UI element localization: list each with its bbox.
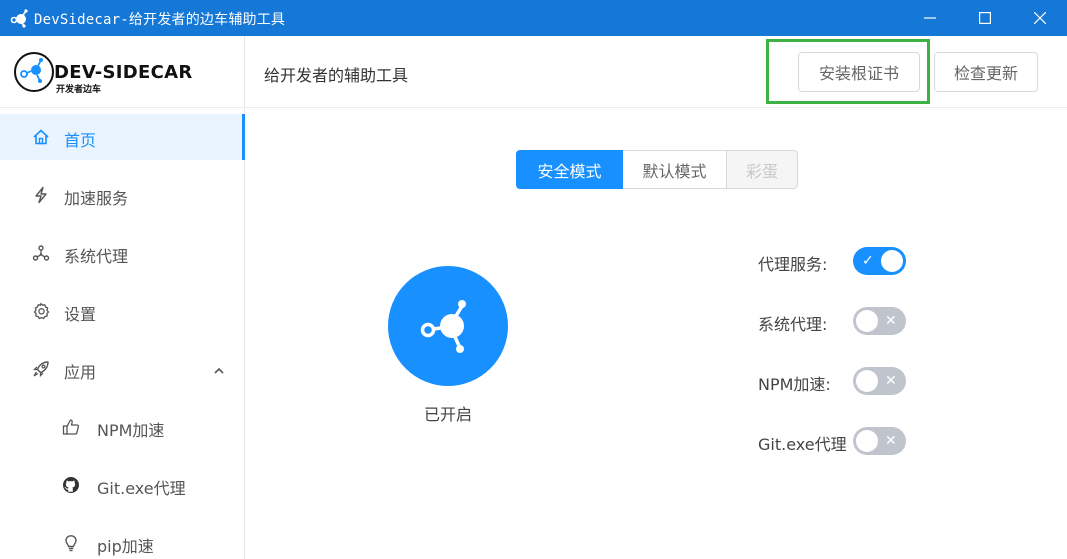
lightning-icon	[32, 186, 50, 204]
sidebar-item-system-proxy[interactable]: 系统代理	[0, 230, 245, 276]
system-proxy-switch[interactable]: ✕	[853, 307, 906, 335]
easter-egg-tab: 彩蛋	[727, 150, 798, 189]
close-button[interactable]	[1015, 0, 1065, 36]
logo-brand: DEV-SIDECAR	[54, 62, 193, 83]
default-mode-tab[interactable]: 默认模式	[623, 150, 727, 189]
x-icon: ✕	[885, 373, 897, 389]
node-network-icon	[420, 300, 466, 353]
sidebar-item-pip[interactable]: pip加速	[0, 520, 245, 559]
app-icon	[10, 8, 30, 28]
home-icon	[32, 128, 50, 146]
npm-acceleration-switch[interactable]: ✕	[853, 367, 906, 395]
git-proxy-row: Git.exe代理 ✕	[758, 426, 958, 456]
sidebar-item-label: 首页	[64, 131, 97, 150]
sidebar: DEV-SIDECAR 开发者边车 首页 加速服务 系统代理 设置 应用 NPM…	[0, 36, 245, 559]
sidebar-item-label: 加速服务	[64, 189, 129, 208]
switch-label: Git.exe代理	[758, 435, 847, 454]
sidebar-item-label: pip加速	[97, 537, 154, 556]
sidebar-item-npm[interactable]: NPM加速	[0, 404, 245, 450]
logo-icon	[14, 52, 54, 92]
check-icon: ✓	[862, 253, 874, 269]
system-proxy-row: 系统代理: ✕	[758, 306, 958, 336]
switch-label: NPM加速:	[758, 375, 831, 394]
sidebar-item-label: 设置	[64, 305, 97, 324]
mode-selector: 安全模式 默认模式 彩蛋	[516, 150, 798, 189]
proxy-service-switch[interactable]: ✓	[853, 247, 906, 275]
sidebar-item-acceleration[interactable]: 加速服务	[0, 172, 245, 218]
title-bar: DevSidecar-给开发者的边车辅助工具	[0, 0, 1067, 36]
sidebar-item-label: Git.exe代理	[97, 479, 186, 498]
lightbulb-icon	[62, 534, 80, 552]
header: 给开发者的辅助工具 安装根证书 检查更新	[246, 36, 1067, 108]
switch-knob	[856, 430, 878, 452]
app-window: DEV-SIDECAR 开发者边车 首页 加速服务 系统代理 设置 应用 NPM…	[0, 36, 1067, 559]
thumbs-up-icon	[62, 418, 80, 436]
install-cert-button[interactable]: 安装根证书	[798, 52, 920, 92]
safe-mode-tab[interactable]: 安全模式	[516, 150, 623, 189]
chevron-up-icon[interactable]	[213, 362, 225, 381]
check-update-button[interactable]: 检查更新	[934, 52, 1038, 92]
maximize-button[interactable]	[960, 0, 1010, 36]
sidebar-item-git[interactable]: Git.exe代理	[0, 462, 245, 508]
switch-knob	[856, 370, 878, 392]
npm-acceleration-row: NPM加速: ✕	[758, 366, 958, 396]
status-label: 已开启	[423, 405, 472, 424]
proxy-service-row: 代理服务: ✓	[758, 246, 958, 276]
logo-subtitle: 开发者边车	[56, 85, 102, 95]
git-proxy-switch[interactable]: ✕	[853, 427, 906, 455]
network-icon	[32, 244, 50, 262]
sidebar-item-label: 应用	[64, 363, 97, 382]
proxy-toggle-button[interactable]	[388, 266, 508, 386]
logo: DEV-SIDECAR 开发者边车	[0, 36, 245, 108]
page-title: 给开发者的辅助工具	[264, 66, 409, 85]
switch-knob	[856, 310, 878, 332]
minimize-button[interactable]	[905, 0, 955, 36]
sidebar-item-apps[interactable]: 应用	[0, 346, 245, 392]
switch-knob	[881, 250, 903, 272]
github-icon	[62, 476, 80, 494]
x-icon: ✕	[885, 313, 897, 329]
switch-label: 代理服务:	[758, 255, 828, 274]
sidebar-item-settings[interactable]: 设置	[0, 288, 245, 334]
x-icon: ✕	[885, 433, 897, 449]
switch-label: 系统代理:	[758, 315, 828, 334]
window-title: DevSidecar-给开发者的边车辅助工具	[34, 12, 286, 28]
rocket-icon	[32, 360, 50, 378]
sidebar-item-label: NPM加速	[97, 421, 165, 440]
gear-icon	[32, 302, 50, 320]
sidebar-item-label: 系统代理	[64, 247, 129, 266]
sidebar-item-home[interactable]: 首页	[0, 114, 245, 160]
